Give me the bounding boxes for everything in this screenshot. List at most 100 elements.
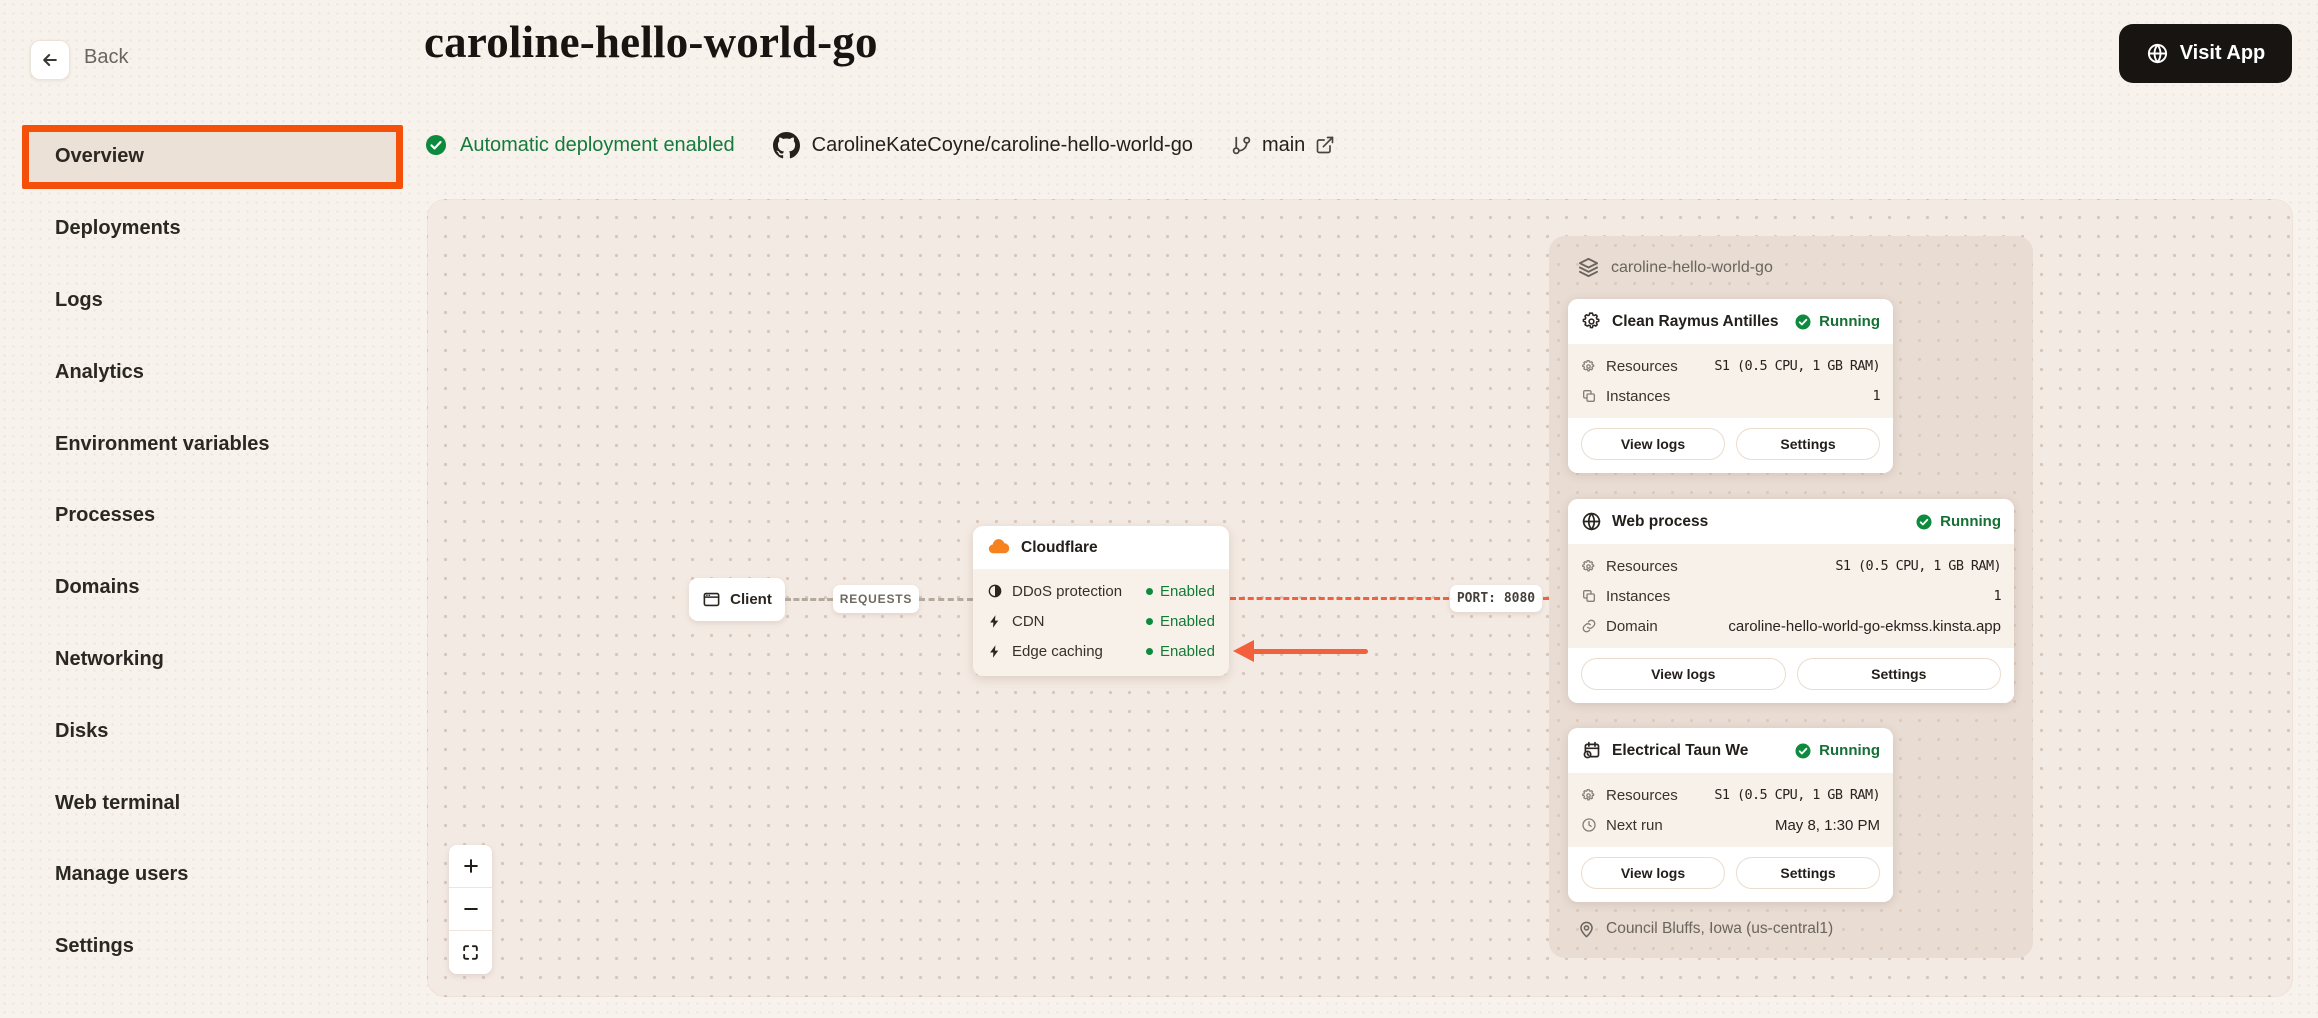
sidebar-item-environment-variables[interactable]: Environment variables: [0, 408, 420, 480]
visit-app-button[interactable]: Visit App: [2119, 24, 2292, 83]
detail-row: Resources S1 (0.5 CPU, 1 GB RAM): [1581, 351, 1880, 381]
view-logs-button[interactable]: View logs: [1581, 857, 1725, 889]
client-label: Client: [730, 591, 772, 608]
sidebar-item-web-terminal[interactable]: Web terminal: [0, 767, 420, 839]
detail-row: Instances 1: [1581, 381, 1880, 411]
auto-deploy-label: Automatic deployment enabled: [460, 134, 735, 157]
sidebar-item-label: Web terminal: [55, 792, 180, 815]
status-dot: [1146, 588, 1153, 595]
map-pin-icon: [1577, 920, 1596, 939]
sidebar-item-label: Processes: [55, 504, 155, 527]
back-button[interactable]: [30, 40, 70, 80]
cloudflare-cloud-icon: [987, 536, 1010, 559]
zoom-out-button[interactable]: [449, 888, 492, 931]
sidebar-item-settings[interactable]: Settings: [0, 911, 420, 983]
process-card-worker: Clean Raymus Antilles Running Resources …: [1568, 299, 1893, 473]
gear-icon: [1581, 359, 1598, 374]
sidebar-item-deployments[interactable]: Deployments: [0, 193, 420, 265]
view-logs-button[interactable]: View logs: [1581, 428, 1725, 460]
repo-link[interactable]: CarolineKateCoyne/caroline-hello-world-g…: [773, 132, 1193, 159]
process-title: Web process: [1612, 513, 1905, 531]
sidebar-item-label: Deployments: [55, 217, 181, 240]
card-footer: View logs Settings: [1568, 847, 1893, 902]
check-circle-icon: [1794, 313, 1812, 331]
feature-status: Enabled: [1146, 613, 1215, 630]
gear-icon: [1581, 311, 1602, 332]
zoom-in-button[interactable]: [449, 845, 492, 888]
process-card-cron: Electrical Taun We Running Resources S1 …: [1568, 728, 1893, 902]
sidebar-item-label: Analytics: [55, 361, 144, 384]
layers-icon: [1577, 256, 1600, 279]
sidebar-item-overview[interactable]: Overview: [22, 125, 403, 189]
sidebar-item-manage-users[interactable]: Manage users: [0, 839, 420, 911]
browser-window-icon: [702, 590, 721, 609]
canvas-zoom-controls: [449, 845, 492, 974]
card-footer: View logs Settings: [1568, 418, 1893, 473]
row-label: Domain: [1606, 618, 1658, 635]
repo-name: CarolineKateCoyne/caroline-hello-world-g…: [812, 134, 1193, 157]
branch-link[interactable]: main: [1231, 134, 1335, 157]
external-link-icon[interactable]: [1315, 135, 1335, 155]
bolt-icon: [987, 614, 1003, 629]
link-icon: [1581, 618, 1598, 634]
detail-row: Domain caroline-hello-world-go-ekmss.kin…: [1581, 611, 2001, 641]
sidebar-item-networking[interactable]: Networking: [0, 624, 420, 696]
row-value: May 8, 1:30 PM: [1775, 817, 1880, 834]
row-value: 1: [1872, 388, 1880, 404]
row-label: Next run: [1606, 817, 1663, 834]
gear-icon: [1581, 788, 1598, 803]
status-text: Running: [1819, 313, 1880, 330]
git-branch-icon: [1231, 135, 1252, 156]
cloudflare-features: DDoS protection Enabled CDN Enabled Edge…: [973, 569, 1229, 676]
view-logs-button[interactable]: View logs: [1581, 658, 1786, 690]
process-title: Electrical Taun We: [1612, 742, 1784, 760]
requests-edge-label: REQUESTS: [833, 585, 919, 613]
sidebar-item-processes[interactable]: Processes: [0, 480, 420, 552]
sidebar-item-logs[interactable]: Logs: [0, 265, 420, 337]
app-group-name: caroline-hello-world-go: [1611, 259, 1773, 277]
row-value: 1: [1993, 588, 2001, 604]
connector-dashed-gray: [785, 598, 833, 601]
row-label: Resources: [1606, 358, 1678, 375]
row-label: Resources: [1606, 558, 1678, 575]
branch-name: main: [1262, 134, 1305, 157]
settings-button[interactable]: Settings: [1736, 857, 1880, 889]
sidebar-item-label: Overview: [55, 145, 144, 168]
feature-label: DDoS protection: [1012, 583, 1146, 600]
sidebar-item-analytics[interactable]: Analytics: [0, 336, 420, 408]
instances-icon: [1581, 588, 1598, 604]
arrow-left-icon: [40, 50, 60, 70]
status-text: Running: [1819, 742, 1880, 759]
github-icon: [773, 132, 800, 159]
feature-status: Enabled: [1146, 583, 1215, 600]
feature-row: CDN Enabled: [987, 606, 1215, 636]
sidebar-item-disks[interactable]: Disks: [0, 695, 420, 767]
status-text: Running: [1940, 513, 2001, 530]
feature-status: Enabled: [1146, 643, 1215, 660]
sidebar-item-domains[interactable]: Domains: [0, 552, 420, 624]
sidebar-item-label: Settings: [55, 935, 134, 958]
fit-view-button[interactable]: [449, 931, 492, 974]
process-card-web: Web process Running Resources S1 (0.5 CP…: [1568, 499, 2014, 703]
gear-icon: [1581, 559, 1598, 574]
settings-button[interactable]: Settings: [1736, 428, 1880, 460]
port-edge-label: PORT: 8080: [1450, 585, 1542, 612]
client-node: Client: [689, 578, 785, 621]
ddos-shield-icon: [987, 583, 1003, 599]
sidebar-item-label: Environment variables: [55, 433, 270, 456]
settings-button[interactable]: Settings: [1797, 658, 2002, 690]
plus-icon: [461, 856, 481, 876]
cloudflare-node: Cloudflare DDoS protection Enabled CDN E…: [973, 526, 1229, 676]
topology-canvas[interactable]: Client REQUESTS PORT: 8080 Cloudflare DD…: [427, 199, 2293, 997]
row-label: Instances: [1606, 388, 1670, 405]
auto-deploy-status: Automatic deployment enabled: [424, 133, 735, 157]
row-value: caroline-hello-world-go-ekmss.kinsta.app: [1728, 618, 2001, 635]
cloudflare-header: Cloudflare: [973, 526, 1229, 569]
row-value: S1 (0.5 CPU, 1 GB RAM): [1835, 558, 2001, 574]
feature-row: Edge caching Enabled: [987, 636, 1215, 666]
detail-row: Resources S1 (0.5 CPU, 1 GB RAM): [1581, 551, 2001, 581]
status-badge: Running: [1794, 742, 1880, 760]
card-footer: View logs Settings: [1568, 648, 2014, 703]
app-group-header: caroline-hello-world-go: [1577, 256, 1773, 279]
visit-app-label: Visit App: [2180, 42, 2266, 65]
